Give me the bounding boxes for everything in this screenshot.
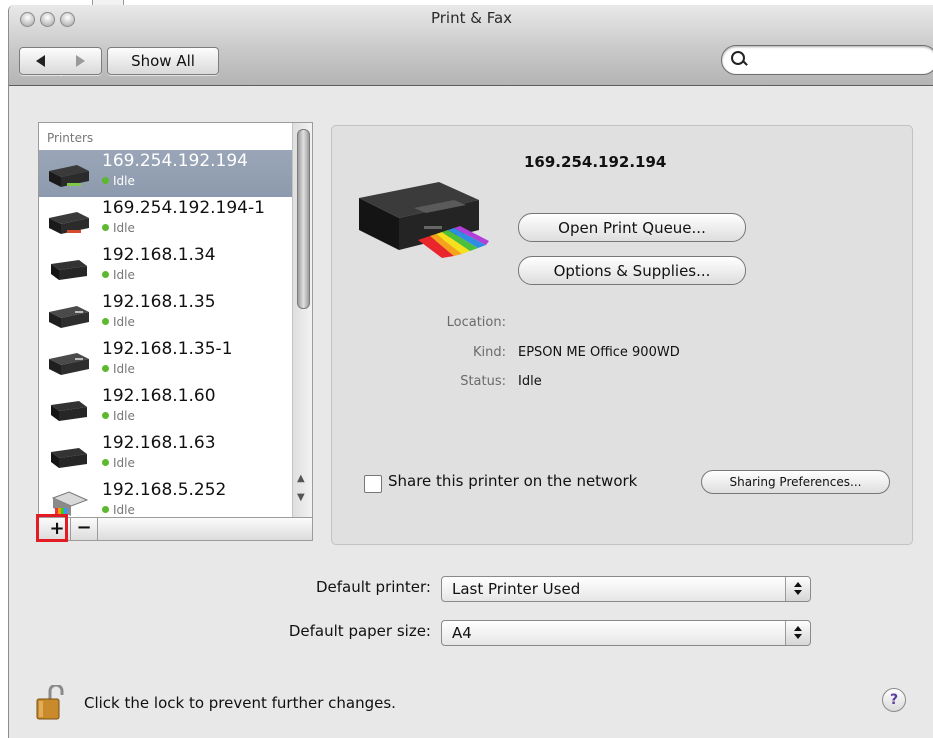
status-dot-icon (102, 224, 109, 231)
printer-list[interactable]: Printers 169.254.192.194 Idle 169.254.19… (38, 122, 313, 518)
printer-status: Idle (102, 315, 135, 329)
printer-status-text: Idle (113, 315, 135, 329)
popup-arrows-icon (785, 621, 810, 645)
printer-status: Idle (102, 174, 135, 188)
printer-icon (51, 260, 87, 280)
printer-row-selected[interactable]: 169.254.192.194 Idle (39, 150, 292, 197)
printer-status-text: Idle (113, 503, 135, 517)
search-input[interactable] (721, 45, 933, 75)
kind-label: Kind: (472, 345, 506, 360)
printer-large-icon (359, 182, 489, 258)
printer-row[interactable]: 192.168.5.252 Idle (39, 479, 292, 517)
back-button[interactable] (19, 47, 62, 75)
printer-status: Idle (102, 409, 135, 423)
show-all-button[interactable]: Show All (107, 47, 219, 75)
printer-status-text: Idle (113, 174, 135, 188)
search-icon-handle (742, 60, 748, 66)
printer-status: Idle (102, 503, 135, 517)
printer-status: Idle (102, 456, 135, 470)
default-printer-value: Last Printer Used (452, 580, 581, 598)
printer-row[interactable]: 192.168.1.34 Idle (39, 244, 292, 291)
printer-detail-panel: 169.254.192.194 Open Print Queue... Opti… (331, 125, 913, 545)
printer-icon (51, 401, 87, 421)
printer-row[interactable]: 192.168.1.60 Idle (39, 385, 292, 432)
options-supplies-button[interactable]: Options & Supplies... (518, 256, 746, 285)
printer-status: Idle (102, 221, 135, 235)
status-dot-icon (102, 318, 109, 325)
navigation-buttons (19, 47, 103, 75)
printer-name: 192.168.1.63 (102, 433, 216, 453)
printer-row[interactable]: 192.168.1.35-1 Idle (39, 338, 292, 385)
printer-row[interactable]: 192.168.1.63 Idle (39, 432, 292, 479)
printer-list-header: Printers (47, 131, 94, 145)
default-printer-select[interactable]: Last Printer Used (441, 576, 811, 602)
printer-row[interactable]: 169.254.192.194-1 Idle (39, 197, 292, 244)
open-print-queue-button[interactable]: Open Print Queue... (518, 213, 746, 242)
printer-name: 192.168.5.252 (102, 480, 227, 500)
printer-list-toolbar: + − (38, 517, 313, 541)
status-dot-icon (102, 506, 109, 513)
printer-status-text: Idle (113, 221, 135, 235)
forward-button[interactable] (60, 47, 102, 75)
status-dot-icon (102, 365, 109, 372)
printer-name: 192.168.1.35-1 (102, 339, 233, 359)
printer-detail-name: 169.254.192.194 (524, 153, 667, 171)
printer-status-text: Idle (113, 456, 135, 470)
share-printer-checkbox[interactable] (364, 475, 382, 493)
window-title: Print & Fax (430, 9, 513, 27)
default-paper-size-value: A4 (452, 624, 472, 642)
printer-icon (49, 353, 89, 375)
forward-arrow-icon (76, 55, 85, 67)
printer-status-text: Idle (113, 362, 135, 376)
kind-value: EPSON ME Office 900WD (518, 345, 680, 360)
printer-icon (49, 212, 89, 234)
printer-status: Idle (102, 268, 135, 282)
popup-arrows-icon (785, 577, 810, 601)
status-value: Idle (518, 374, 542, 389)
default-printer-label: Default printer: (315, 578, 431, 596)
printer-name: 169.254.192.194-1 (102, 198, 265, 218)
printer-row[interactable]: 192.168.1.35 Idle (39, 291, 292, 338)
printer-status: Idle (102, 362, 135, 376)
share-printer-label[interactable]: Share this printer on the network (388, 472, 637, 490)
printer-name: 192.168.1.35 (102, 292, 216, 312)
status-dot-icon (102, 412, 109, 419)
status-label: Status: (460, 374, 506, 389)
scroll-down-arrow-icon[interactable]: ▼ (297, 492, 305, 503)
printer-rows: 169.254.192.194 Idle 169.254.192.194-1 I… (39, 150, 292, 517)
default-paper-size-select[interactable]: A4 (441, 620, 811, 646)
scroll-up-arrow-icon[interactable]: ▲ (297, 473, 305, 484)
printer-list-scrollbar[interactable]: ▲ ▼ (292, 123, 312, 517)
printer-name: 169.254.192.194 (102, 151, 249, 171)
add-button-highlight (36, 514, 68, 542)
sharing-preferences-button[interactable]: Sharing Preferences... (701, 470, 890, 494)
padlock-open-icon[interactable] (35, 685, 65, 721)
scroll-thumb[interactable] (297, 129, 310, 309)
printer-icon (49, 306, 89, 328)
help-button[interactable]: ? (882, 688, 906, 712)
default-paper-size-label: Default paper size: (288, 622, 431, 640)
location-label: Location: (446, 315, 506, 330)
print-fax-window: Print & Fax Show All Printers 169.254.19… (8, 5, 933, 738)
status-dot-icon (102, 271, 109, 278)
printer-status-text: Idle (113, 409, 135, 423)
printer-name: 192.168.1.60 (102, 386, 216, 406)
printer-status-text: Idle (113, 268, 135, 282)
lock-message[interactable]: Click the lock to prevent further change… (84, 694, 396, 712)
printer-icon (49, 165, 89, 187)
printer-name: 192.168.1.34 (102, 245, 216, 265)
status-dot-icon (102, 459, 109, 466)
back-arrow-icon (36, 55, 45, 67)
remove-printer-button[interactable]: − (71, 518, 98, 540)
printer-icon (51, 448, 87, 468)
status-dot-icon (102, 177, 109, 184)
toolbar: Print & Fax Show All (9, 5, 933, 86)
